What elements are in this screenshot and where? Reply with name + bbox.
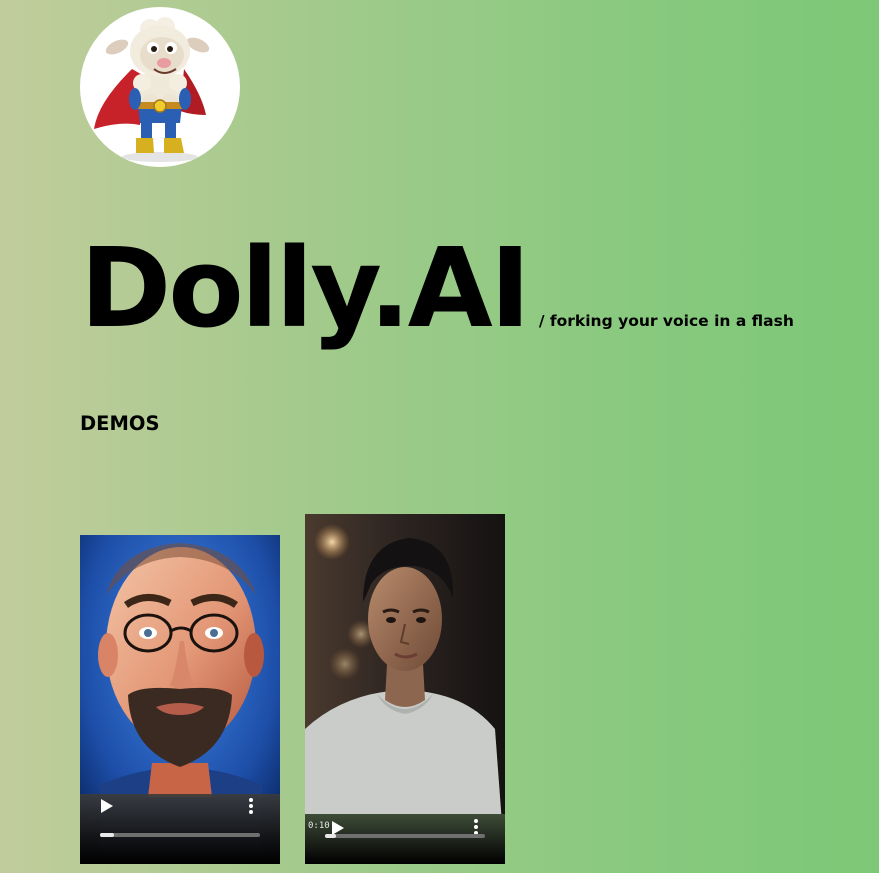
video-controls: 0:10 <box>305 814 505 864</box>
brand-tagline: / forking your voice in a flash <box>538 312 794 330</box>
video-progress-bar[interactable] <box>325 834 485 838</box>
play-icon[interactable] <box>100 798 114 814</box>
demo-video-1[interactable] <box>80 535 280 864</box>
brand-avatar <box>80 7 240 167</box>
video-progress-bar[interactable] <box>100 833 260 837</box>
more-vertical-icon[interactable] <box>246 797 256 815</box>
video-controls <box>80 794 280 864</box>
demos-heading: DEMOS <box>80 412 160 435</box>
brand-heading: Dolly.AI / forking your voice in a flash <box>80 233 794 343</box>
demo-video-2[interactable]: 0:10 <box>305 514 505 864</box>
video-thumbnail-young-man <box>305 514 505 864</box>
video-time: 0:10 <box>308 821 330 831</box>
video-progress-fill <box>325 834 337 838</box>
video-progress-fill <box>100 833 115 837</box>
brand-title: Dolly.AI <box>80 224 531 352</box>
superhero-sheep-avatar-icon <box>94 17 210 162</box>
